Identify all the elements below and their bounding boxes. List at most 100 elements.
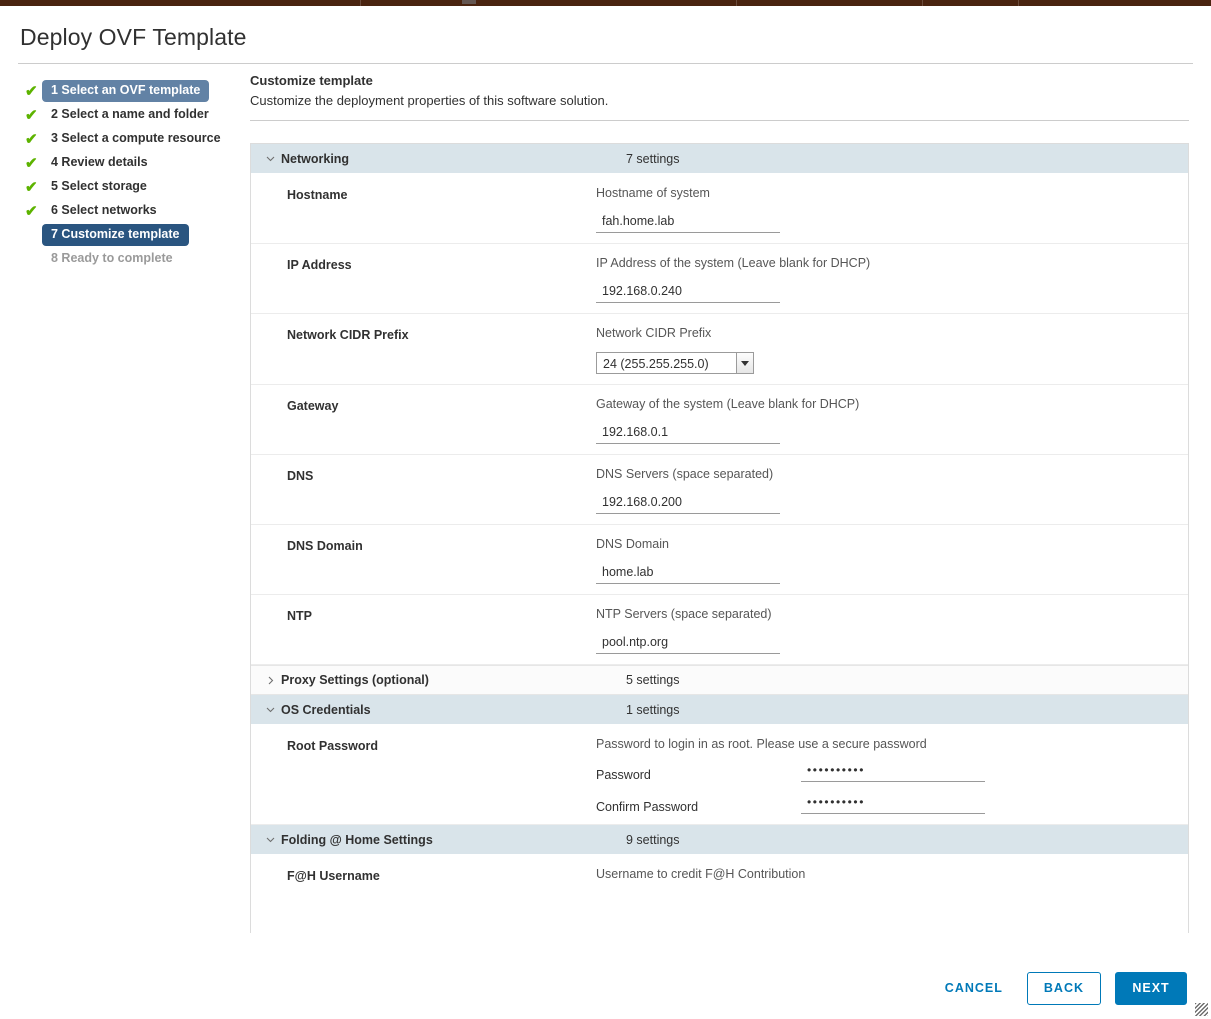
wizard-step-label: 2 Select a name and folder [51,107,209,121]
section-title: OS Credentials [281,702,371,717]
resize-grip[interactable] [1195,1003,1208,1016]
wizard-step-3[interactable]: ✔ 3 Select a compute resource [22,127,250,151]
property-text-input[interactable] [596,282,780,303]
chevron-right-icon [265,675,281,686]
property-label: Root Password [287,739,378,753]
wizard-step-list: ✔ 1 Select an OVF template ✔ 2 Select a nam… [0,73,250,271]
pane-subtitle: Customize the deployment properties of t… [250,93,609,108]
pane-title: Customize template [250,73,373,88]
property-description: Network CIDR Prefix [596,326,712,340]
property-description: Username to credit F@H Contribution [596,867,806,881]
property-description: DNS Domain [596,537,669,551]
wizard-step-label: 6 Select networks [51,203,157,217]
password-line: Password [596,763,1188,782]
password-line: Confirm Password [596,795,1188,814]
step-complete-check-icon: ✔ [25,82,38,100]
property-description: DNS Servers (space separated) [596,467,774,481]
settings-scroll-panel[interactable]: Networking 7 settings Hostname Hostname of … [250,143,1189,933]
wizard-step-label: 1 Select an OVF template [42,80,210,102]
property-select[interactable]: 24 (255.255.255.0) [596,352,754,374]
property-row: F@H Username Username to credit F@H Contr… [251,855,1188,921]
password-field-label: Password [596,768,651,782]
section-header-networking[interactable]: Networking 7 settings [251,144,1188,174]
select-selected-value: 24 (255.255.255.0) [603,357,709,371]
wizard-step-1[interactable]: ✔ 1 Select an OVF template [22,79,250,103]
property-description: Password to login in as root. Please use… [596,737,927,751]
property-row: DNS Domain DNS Domain [251,525,1188,595]
pane-divider [250,120,1189,121]
property-label: Gateway [287,399,339,413]
password-input[interactable] [801,763,985,782]
property-field: DNS Servers (space separated) [596,467,1188,514]
section-header-os-credentials[interactable]: OS Credentials 1 settings [251,695,1188,725]
property-field: DNS Domain [596,537,1188,584]
property-label: IP Address [287,258,352,272]
tab-favicon [462,0,476,4]
step-complete-check-icon: ✔ [25,106,38,124]
section-header-folding-home-settings[interactable]: Folding @ Home Settings 9 settings [251,825,1188,855]
property-field: NTP Servers (space separated) [596,607,1188,654]
wizard-step-label: 7 Customize template [42,224,189,246]
property-label: F@H Username [287,869,380,883]
wizard-step-8[interactable]: 8 Ready to complete [22,247,250,271]
section-settings-count: 5 settings [626,673,680,687]
property-row: Root Password Password to login in as roo… [251,725,1188,825]
property-label: Network CIDR Prefix [287,328,409,342]
wizard-step-5[interactable]: ✔ 5 Select storage [22,175,250,199]
property-label: NTP [287,609,312,623]
property-row: Gateway Gateway of the system (Leave blan… [251,385,1188,455]
next-button[interactable]: NEXT [1115,971,1187,1005]
password-field-label: Confirm Password [596,800,699,814]
property-row: Network CIDR Prefix Network CIDR Prefix 24… [251,314,1188,385]
section-header-proxy-settings-optional[interactable]: Proxy Settings (optional) 5 settings [251,665,1188,695]
property-label: DNS Domain [287,539,363,553]
property-field: Hostname of system [596,186,1188,233]
chevron-down-icon [265,153,281,164]
property-field: Username to credit F@H Contribution [596,867,1188,911]
section-title: Proxy Settings (optional) [281,673,429,687]
property-text-input[interactable] [596,563,780,584]
back-button[interactable]: BACK [1026,971,1101,1005]
wizard-step-label: 5 Select storage [51,179,147,193]
property-row: Hostname Hostname of system [251,174,1188,244]
wizard-step-7[interactable]: 7 Customize template [22,223,250,247]
property-text-input[interactable] [596,493,780,514]
chevron-down-icon [265,704,281,715]
dialog-footer: CANCEL BACK NEXT [0,957,1211,1019]
property-description: NTP Servers (space separated) [596,607,772,621]
customize-template-pane: Customize template Customize the deploym… [250,73,1211,933]
property-field: IP Address of the system (Leave blank fo… [596,256,1188,303]
property-text-input[interactable] [596,423,780,444]
property-field: Network CIDR Prefix 24 (255.255.255.0) [596,326,1188,374]
property-description: IP Address of the system (Leave blank fo… [596,256,871,270]
chevron-down-icon[interactable] [736,353,753,373]
property-description: Gateway of the system (Leave blank for D… [596,397,860,411]
wizard-step-2[interactable]: ✔ 2 Select a name and folder [22,103,250,127]
section-settings-count: 7 settings [626,151,680,166]
property-row: DNS DNS Servers (space separated) [251,455,1188,525]
property-row: NTP NTP Servers (space separated) [251,595,1188,665]
page-title: Deploy OVF Template [20,24,247,50]
property-row: IP Address IP Address of the system (Leav… [251,244,1188,314]
wizard-step-label: 8 Ready to complete [51,251,173,265]
chevron-down-icon [265,834,281,845]
confirm-password-input[interactable] [801,795,985,814]
wizard-step-4[interactable]: ✔ 4 Review details [22,151,250,175]
wizard-step-label: 4 Review details [51,155,148,169]
section-settings-count: 1 settings [626,702,680,717]
section-title: Networking [281,151,350,166]
cancel-button[interactable]: CANCEL [935,972,1013,1005]
step-complete-check-icon: ✔ [25,130,38,148]
section-settings-count: 9 settings [626,832,680,847]
deploy-ovf-template-dialog: Deploy OVF Template ✔ 1 Select an OVF tem… [0,6,1211,1019]
wizard-step-6[interactable]: ✔ 6 Select networks [22,199,250,223]
property-field: Gateway of the system (Leave blank for D… [596,397,1188,444]
property-field: Password to login in as root. Please use… [596,737,1188,814]
wizard-step-label: 3 Select a compute resource [51,131,221,145]
step-complete-check-icon: ✔ [25,202,38,220]
step-complete-check-icon: ✔ [25,178,38,196]
property-text-input[interactable] [596,633,780,654]
property-text-input[interactable] [596,212,780,233]
property-label: Hostname [287,188,348,202]
step-complete-check-icon: ✔ [25,154,38,172]
